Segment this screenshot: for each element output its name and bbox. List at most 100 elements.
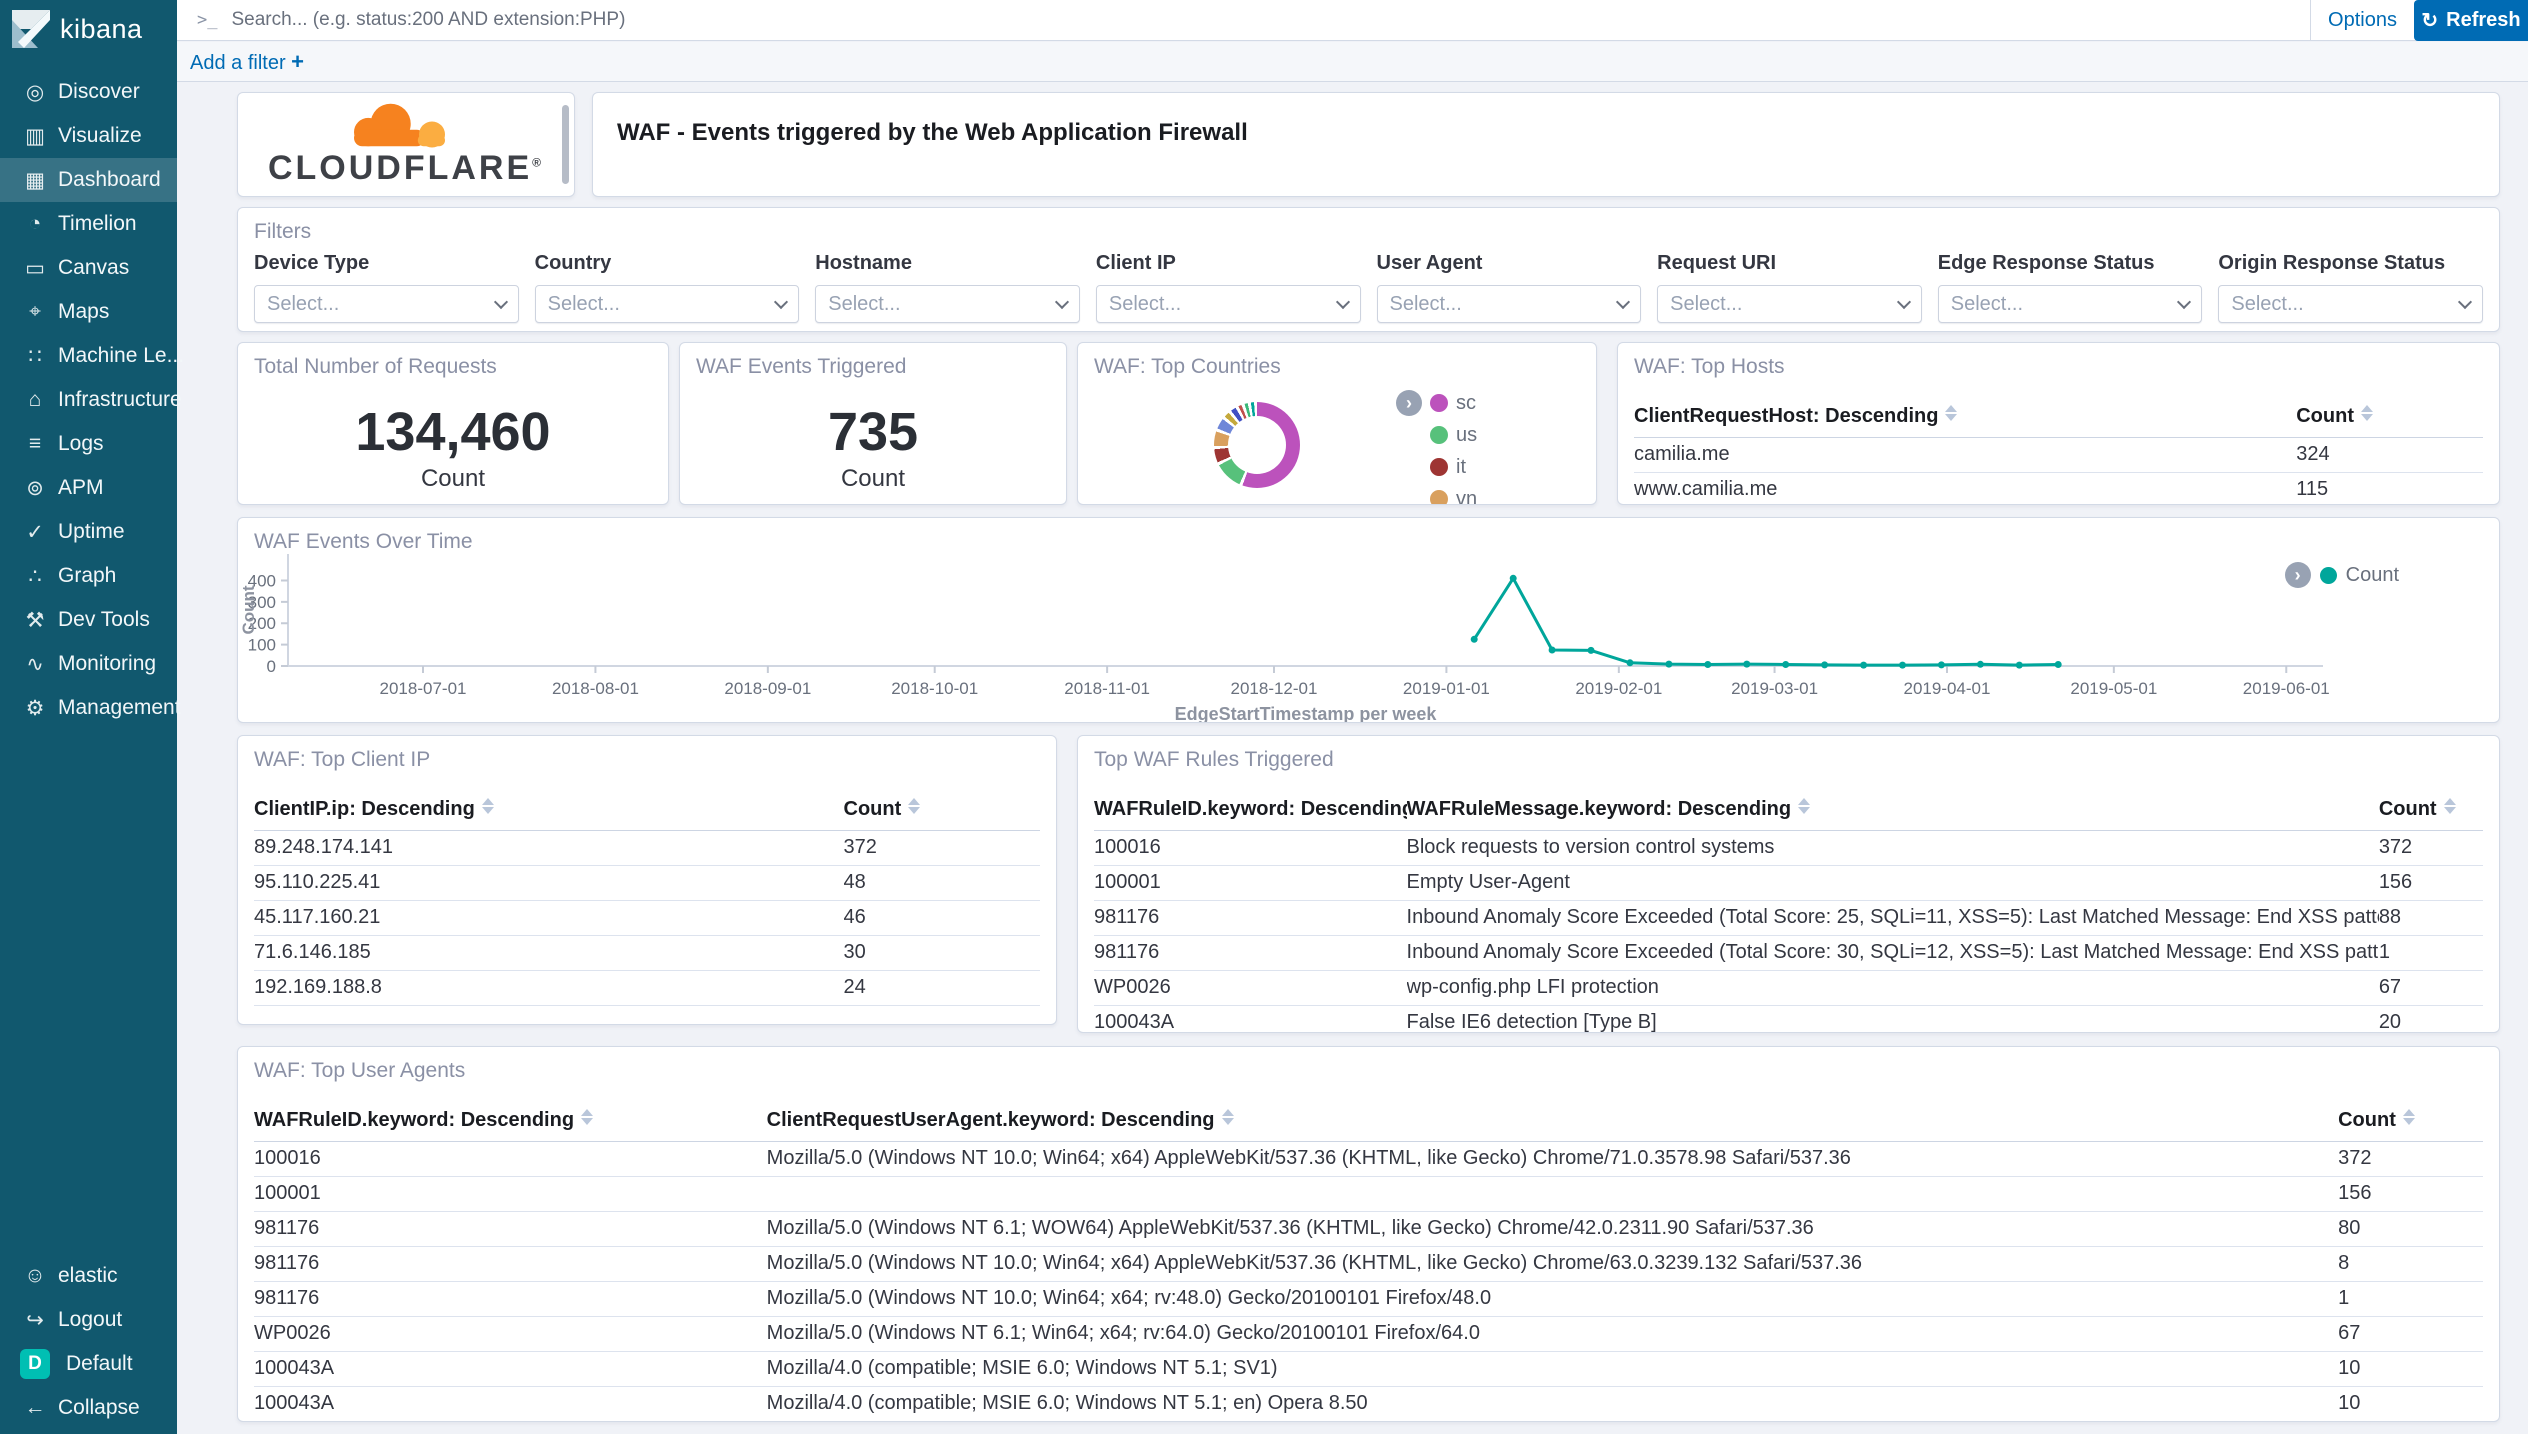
- refresh-button[interactable]: ↻ Refresh: [2414, 0, 2528, 41]
- filter-device-type: Device TypeSelect...: [254, 252, 519, 323]
- table-cell: 8: [2338, 1247, 2483, 1282]
- origin-response-status-select[interactable]: Select...: [2218, 285, 2483, 323]
- sidebar-item-dev-tools[interactable]: ⚒Dev Tools: [0, 598, 177, 642]
- table-row: 981176Mozilla/5.0 (Windows NT 6.1; WOW64…: [254, 1212, 2483, 1247]
- options-button[interactable]: Options: [2310, 0, 2414, 41]
- client-ip-select[interactable]: Select...: [1096, 285, 1361, 323]
- sidebar-item-label: Infrastructure: [58, 388, 182, 412]
- sort-icon: [482, 798, 494, 814]
- country-select[interactable]: Select...: [535, 285, 800, 323]
- table-row: 71.6.146.18530: [254, 936, 1040, 971]
- legend-item-vn[interactable]: vn: [1430, 483, 1477, 505]
- machine-learning-icon: ∷: [20, 344, 50, 369]
- request-uri-select[interactable]: Select...: [1657, 285, 1922, 323]
- top-hosts-table: ClientRequestHost: DescendingCountcamili…: [1618, 379, 2499, 505]
- sidebar-item-timelion[interactable]: ◔Timelion: [0, 202, 177, 246]
- panel-title: Filters: [238, 208, 2499, 244]
- table-cell: 372: [2338, 1142, 2483, 1177]
- sidebar-item-logout[interactable]: ↪Logout: [0, 1298, 177, 1342]
- column-header-0[interactable]: WAFRuleID.keyword: Descending: [254, 1105, 767, 1142]
- filter-request-uri: Request URISelect...: [1657, 252, 1922, 323]
- filter-label: Edge Response Status: [1938, 252, 2203, 275]
- dashboard-title: WAF - Events triggered by the Web Applic…: [593, 93, 2499, 147]
- panel-title: WAF Events Triggered: [680, 343, 1066, 379]
- column-header-0[interactable]: WAFRuleID.keyword: Descending: [1094, 794, 1407, 831]
- legend-dot: [2320, 567, 2337, 584]
- sidebar-item-dashboard[interactable]: ▦Dashboard: [0, 158, 177, 202]
- hostname-select[interactable]: Select...: [815, 285, 1080, 323]
- add-filter-button[interactable]: Add a filter +: [190, 49, 304, 75]
- column-header-0[interactable]: ClientRequestHost: Descending: [1634, 401, 2296, 438]
- filter-client-ip: Client IPSelect...: [1096, 252, 1361, 323]
- sidebar-item-label: elastic: [58, 1264, 118, 1288]
- table-row: 981176Mozilla/5.0 (Windows NT 10.0; Win6…: [254, 1247, 2483, 1282]
- table-cell: Inbound Anomaly Score Exceeded (Total Sc…: [1407, 901, 2379, 936]
- panel-scrollbar[interactable]: [562, 105, 569, 184]
- user-agent-select[interactable]: Select...: [1377, 285, 1642, 323]
- table-cell: 981176: [254, 1247, 767, 1282]
- top-client-ip-table: ClientIP.ip: DescendingCount89.248.174.1…: [238, 772, 1056, 1006]
- total-requests-panel: Total Number of Requests 134,460 Count: [237, 342, 669, 505]
- uptime-icon: ✓: [20, 520, 50, 545]
- sidebar-item-collapse[interactable]: ←Collapse: [0, 1386, 177, 1430]
- table-row: 981176Inbound Anomaly Score Exceeded (To…: [1094, 901, 2483, 936]
- sidebar-item-uptime[interactable]: ✓Uptime: [0, 510, 177, 554]
- legend-item-sc[interactable]: sc: [1430, 387, 1477, 419]
- column-header-1[interactable]: WAFRuleMessage.keyword: Descending: [1407, 794, 2379, 831]
- sidebar-item-management[interactable]: ⚙Management: [0, 686, 177, 730]
- edge-response-status-select[interactable]: Select...: [1938, 285, 2203, 323]
- apm-icon: ⊚: [20, 476, 50, 501]
- column-header-1[interactable]: Count: [2296, 401, 2483, 438]
- legend-expand-icon[interactable]: ›: [1396, 390, 1422, 416]
- column-label: Count: [2379, 798, 2437, 820]
- table-row: 981176Inbound Anomaly Score Exceeded (To…: [1094, 936, 2483, 971]
- legend-dot: [1430, 458, 1448, 476]
- sidebar-item-graph[interactable]: ∴Graph: [0, 554, 177, 598]
- sort-icon: [908, 798, 920, 814]
- sidebar-item-label: Canvas: [58, 256, 129, 280]
- sidebar-item-canvas[interactable]: ▭ Canvas: [0, 246, 177, 290]
- column-header-0[interactable]: ClientIP.ip: Descending: [254, 794, 844, 831]
- topbar: >_ Options ↻ Refresh: [177, 0, 2528, 41]
- sidebar-item-label: Default: [66, 1352, 133, 1376]
- table-cell: 115: [2296, 473, 2483, 506]
- column-header-1[interactable]: ClientRequestUserAgent.keyword: Descendi…: [767, 1105, 2338, 1142]
- sidebar-item-discover[interactable]: ◎Discover: [0, 70, 177, 114]
- sidebar-item-maps[interactable]: ⌖Maps: [0, 290, 177, 334]
- sidebar-item-visualize[interactable]: ▥Visualize: [0, 114, 177, 158]
- kibana-logo[interactable]: kibana: [0, 0, 177, 58]
- legend-item-us[interactable]: us: [1430, 419, 1477, 451]
- svg-text:2018-07-01: 2018-07-01: [380, 679, 467, 698]
- column-header-1[interactable]: Count: [844, 794, 1041, 831]
- countries-donut-chart[interactable]: [1214, 402, 1300, 488]
- table-cell: 100016: [254, 1142, 767, 1177]
- chevron-down-icon: [2458, 294, 2472, 308]
- sidebar-item-monitoring[interactable]: ∿Monitoring: [0, 642, 177, 686]
- sidebar-item-infrastructure[interactable]: ⌂Infrastructure: [0, 378, 177, 422]
- search-input[interactable]: [231, 9, 2310, 31]
- sidebar-item-user[interactable]: ☺elastic: [0, 1254, 177, 1298]
- table-cell: Mozilla/5.0 (Windows NT 6.1; Win64; x64;…: [767, 1317, 2338, 1352]
- table-cell: 45.117.160.21: [254, 901, 844, 936]
- sidebar-item-machine-learning[interactable]: ∷Machine Le...: [0, 334, 177, 378]
- filter-origin-response-status: Origin Response StatusSelect...: [2218, 252, 2483, 323]
- table-cell: 80: [2338, 1212, 2483, 1247]
- table-cell: 67: [2338, 1317, 2483, 1352]
- canvas-icon: ▭: [20, 256, 50, 281]
- logout-icon: ↪: [20, 1308, 50, 1333]
- sidebar-item-space-default[interactable]: DDefault: [0, 1342, 177, 1386]
- countries-legend: scusitvn: [1430, 387, 1477, 505]
- column-header-2[interactable]: Count: [2379, 794, 2483, 831]
- chart-legend[interactable]: › Count: [2285, 562, 2399, 588]
- svg-text:2019-03-01: 2019-03-01: [1731, 679, 1818, 698]
- legend-item-it[interactable]: it: [1430, 451, 1477, 483]
- kibana-logo-text: kibana: [60, 14, 143, 45]
- table-row: 95.110.225.4148: [254, 866, 1040, 901]
- sidebar-item-apm[interactable]: ⊚APM: [0, 466, 177, 510]
- sidebar-item-logs[interactable]: ≡Logs: [0, 422, 177, 466]
- metric-value: 735: [828, 401, 918, 463]
- sidebar-item-label: Management: [58, 696, 181, 720]
- device-type-select[interactable]: Select...: [254, 285, 519, 323]
- column-header-2[interactable]: Count: [2338, 1105, 2483, 1142]
- legend-expand-icon[interactable]: ›: [2285, 562, 2311, 588]
